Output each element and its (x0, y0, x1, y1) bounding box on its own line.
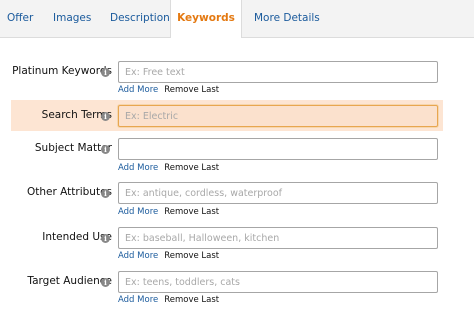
intended-use-input[interactable] (118, 227, 438, 249)
remove-last-link[interactable]: Remove Last (164, 163, 219, 173)
tab-offer[interactable]: Offer (7, 0, 33, 37)
platinum-keywords-input[interactable] (118, 61, 438, 83)
info-icon[interactable]: i (101, 112, 110, 121)
tab-keywords[interactable]: Keywords (170, 0, 242, 38)
tab-images[interactable]: Images (53, 0, 91, 37)
search-terms-input[interactable] (118, 105, 438, 127)
tab-more-details[interactable]: More Details (254, 0, 320, 37)
add-more-link[interactable]: Add More (118, 295, 158, 305)
subject-matter-input[interactable] (118, 138, 438, 160)
info-icon[interactable]: i (101, 278, 110, 287)
info-icon[interactable]: i (101, 68, 110, 77)
target-audience-input[interactable] (118, 271, 438, 293)
target-audience-label: Target Audience (27, 275, 112, 287)
remove-last-link[interactable]: Remove Last (164, 295, 219, 305)
platinum-keywords-label: Platinum Keywords (12, 65, 112, 77)
remove-last-link[interactable]: Remove Last (164, 85, 219, 95)
add-more-link[interactable]: Add More (118, 85, 158, 95)
info-icon[interactable]: i (101, 145, 110, 154)
add-more-link[interactable]: Add More (118, 207, 158, 217)
other-attributes-input[interactable] (118, 182, 438, 204)
tab-bar: Offer Images Description Keywords More D… (0, 0, 474, 38)
remove-last-link[interactable]: Remove Last (164, 251, 219, 261)
remove-last-link[interactable]: Remove Last (164, 207, 219, 217)
info-icon[interactable]: i (101, 189, 110, 198)
other-attributes-label: Other Attributes (27, 186, 112, 198)
add-more-link[interactable]: Add More (118, 163, 158, 173)
info-icon[interactable]: i (101, 234, 110, 243)
tab-description[interactable]: Description (110, 0, 170, 37)
add-more-link[interactable]: Add More (118, 251, 158, 261)
